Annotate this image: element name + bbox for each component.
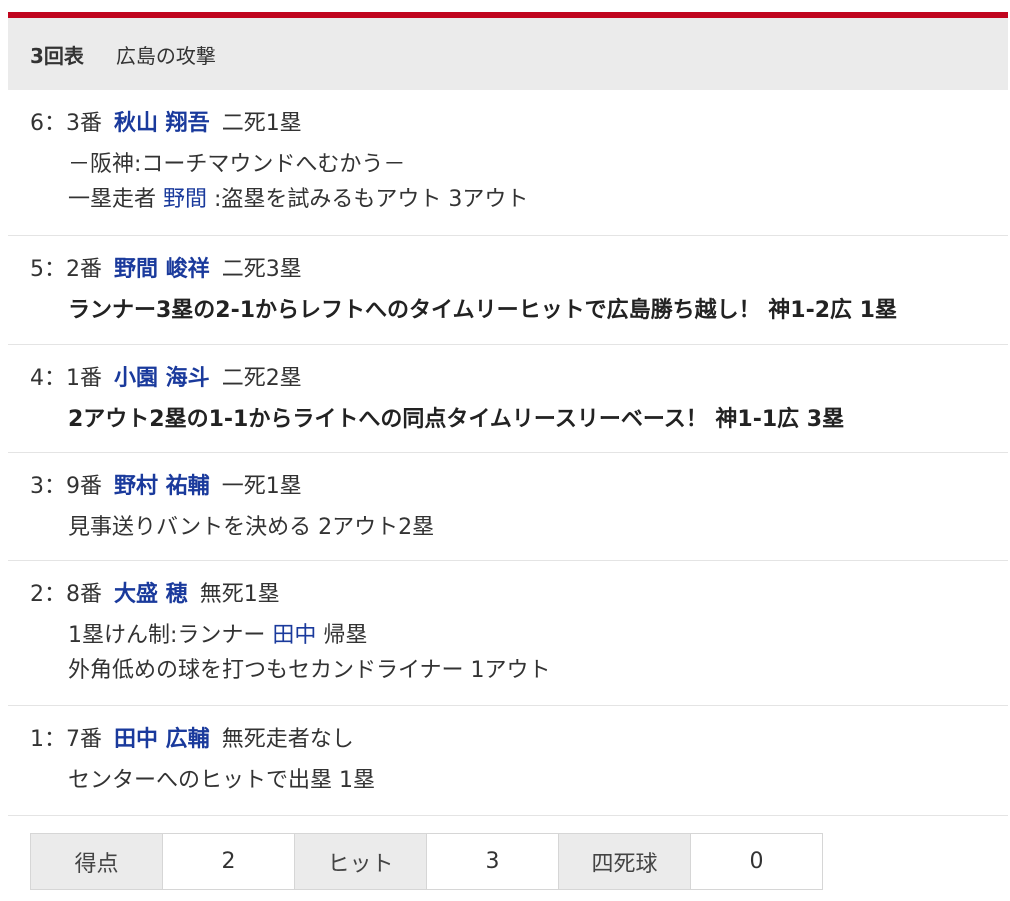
- batter-name-link[interactable]: 小園 海斗: [114, 366, 210, 391]
- play-row: 4：1番 小園 海斗 二死2塁 2アウト2塁の1-1からライトへの同点タイムリースリー…: [8, 345, 1008, 453]
- play-detail-line: 1塁けん制:ランナー 田中 帰塁: [68, 619, 367, 653]
- play-detail-line: ランナー3塁の2-1からレフトへのタイムリーヒットで広島勝ち越し！ 神1-2広 …: [68, 294, 897, 328]
- play-sequence-separator: ：: [44, 474, 67, 499]
- play-sequence: 2: [30, 582, 44, 607]
- batter-name-link[interactable]: 大盛 穂: [114, 582, 188, 607]
- play-sequence: 5: [30, 257, 44, 282]
- play-row: 6：3番 秋山 翔吾 二死1塁 －阪神:コーチマウンドへむかう－ 一塁走者 野間 :盗塁…: [8, 90, 1008, 236]
- runner-name-link[interactable]: 野間: [163, 187, 207, 212]
- inning-summary-table: 得点 2 ヒット 3 四死球 0: [30, 833, 823, 890]
- play-detail-text: 見事送りバントを決める 2アウト2塁: [68, 515, 435, 540]
- batter-name-link[interactable]: 秋山 翔吾: [114, 111, 210, 136]
- attacking-team-label: 広島の攻撃: [115, 43, 216, 68]
- play-row: 5：2番 野間 峻祥 二死3塁ランナー3塁の2-1からレフトへのタイムリーヒットで広…: [8, 236, 1008, 345]
- play-detail-text: 1塁けん制:ランナー: [68, 623, 273, 648]
- play-detail-text: :盗塁を試みるもアウト 3アウト: [207, 187, 529, 212]
- play-sequence-separator: ：: [44, 582, 67, 607]
- batting-order: 1番: [66, 366, 103, 391]
- play-detail-text: 帰塁: [316, 623, 368, 648]
- summary-runs-label: 得点: [30, 833, 163, 890]
- batter-name-link[interactable]: 野間 峻祥: [114, 257, 210, 282]
- play-header: 6：3番 秋山 翔吾 二死1塁: [30, 107, 302, 141]
- game-situation: 無死走者なし: [221, 727, 354, 752]
- play-sequence-separator: ：: [44, 257, 67, 282]
- play-sequence: 4: [30, 366, 44, 391]
- play-header: 4：1番 小園 海斗 二死2塁: [30, 362, 302, 396]
- batting-order: 2番: [66, 257, 103, 282]
- play-detail-line: －阪神:コーチマウンドへむかう－: [68, 148, 405, 182]
- play-sequence-separator: ：: [44, 366, 67, 391]
- play-detail-text: ランナー3塁の2-1からレフトへのタイムリーヒットで広島勝ち越し！ 神1-2広 …: [68, 298, 897, 323]
- play-header: 5：2番 野間 峻祥 二死3塁: [30, 253, 302, 287]
- summary-runs-value: 2: [162, 833, 295, 890]
- play-header: 3：9番 野村 祐輔 一死1塁: [30, 470, 302, 504]
- play-sequence: 6: [30, 111, 44, 136]
- play-sequence: 1: [30, 727, 44, 752]
- play-detail-text: 一塁走者: [68, 187, 163, 212]
- summary-row: 得点 2 ヒット 3 四死球 0: [30, 833, 823, 890]
- play-detail-text: 外角低めの球を打つもセカンドライナー 1アウト: [68, 658, 551, 683]
- play-detail-line: センターへのヒットで出塁 1塁: [68, 764, 375, 798]
- play-sequence: 3: [30, 474, 44, 499]
- game-situation: 二死1塁: [221, 111, 302, 136]
- inning-label: 3回表: [30, 43, 84, 68]
- batter-name-link[interactable]: 野村 祐輔: [114, 474, 210, 499]
- summary-hits-label: ヒット: [294, 833, 427, 890]
- play-sequence-separator: ：: [44, 727, 67, 752]
- play-detail-line: 外角低めの球を打つもセカンドライナー 1アウト: [68, 654, 551, 688]
- game-situation: 二死3塁: [221, 257, 302, 282]
- summary-walks-value: 0: [690, 833, 823, 890]
- game-situation: 一死1塁: [221, 474, 302, 499]
- batting-order: 9番: [66, 474, 103, 499]
- batting-order: 7番: [66, 727, 103, 752]
- play-detail-line: 見事送りバントを決める 2アウト2塁: [68, 511, 434, 545]
- batting-order: 8番: [66, 582, 103, 607]
- batter-name-link[interactable]: 田中 広輔: [114, 727, 210, 752]
- play-header: 2：8番 大盛 穂無死1塁: [30, 578, 280, 612]
- batting-order: 3番: [66, 111, 103, 136]
- play-row: 2：8番 大盛 穂無死1塁 1塁けん制:ランナー 田中 帰塁外角低めの球を打つもセカ…: [8, 561, 1008, 706]
- play-detail-text: －阪神:コーチマウンドへむかう－: [68, 152, 406, 177]
- play-detail-line: 2アウト2塁の1-1からライトへの同点タイムリースリーベース！ 神1-1広 3塁: [68, 403, 844, 437]
- game-situation: 無死1塁: [199, 582, 280, 607]
- play-header: 1：7番 田中 広輔 無死走者なし: [30, 723, 354, 757]
- runner-name-link[interactable]: 田中: [272, 623, 316, 648]
- play-detail-text: センターへのヒットで出塁 1塁: [68, 768, 375, 793]
- play-detail-line: 一塁走者 野間 :盗塁を試みるもアウト 3アウト: [68, 183, 528, 217]
- play-by-play-list: 6：3番 秋山 翔吾 二死1塁 －阪神:コーチマウンドへむかう－ 一塁走者 野間 :盗塁…: [8, 90, 1008, 816]
- play-sequence-separator: ：: [44, 111, 67, 136]
- play-row: 1：7番 田中 広輔 無死走者なしセンターへのヒットで出塁 1塁: [8, 706, 1008, 816]
- summary-walks-label: 四死球: [558, 833, 691, 890]
- summary-hits-value: 3: [426, 833, 559, 890]
- inning-header: 3回表 広島の攻撃: [8, 18, 1008, 90]
- play-detail-text: 2アウト2塁の1-1からライトへの同点タイムリースリーベース！ 神1-1広 3塁: [68, 407, 845, 432]
- play-row: 3：9番 野村 祐輔 一死1塁見事送りバントを決める 2アウト2塁: [8, 453, 1008, 561]
- game-situation: 二死2塁: [221, 366, 302, 391]
